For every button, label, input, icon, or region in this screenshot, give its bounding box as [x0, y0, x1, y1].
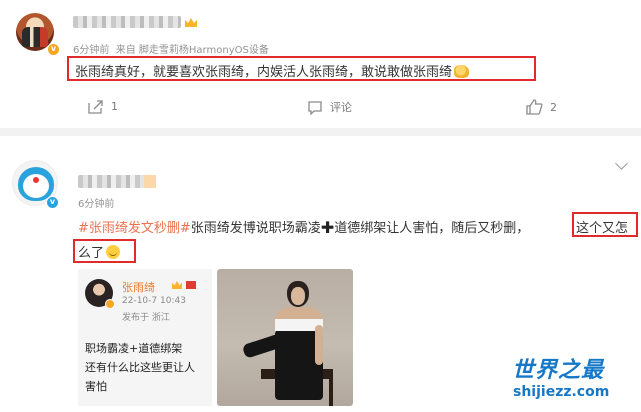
share-icon [88, 100, 103, 114]
watermark-title: 世界之最 [512, 358, 605, 383]
like-count: 2 [550, 100, 557, 114]
card-text-line: 害怕 [85, 380, 107, 393]
post2-text-part2: 道德绑架让人害怕，随后又秒删， [334, 221, 530, 236]
verified-badge-icon: v [47, 43, 60, 56]
card-crown-icon [172, 281, 182, 289]
card-verified-icon [105, 299, 115, 309]
post1-username-blurred[interactable] [73, 16, 181, 28]
card-location: 发布于 浙江 [122, 313, 170, 323]
like-button[interactable]: 2 [526, 99, 557, 115]
verified-badge-icon: v [46, 196, 59, 209]
topic-link[interactable]: #张雨绮发文秒删# [78, 221, 191, 236]
card-text-line: 还有什么比这些更让人 [85, 361, 195, 374]
member-badge-icon [144, 175, 156, 188]
post-divider [0, 128, 641, 136]
card-text-line: 职场霸凌+道德绑架 [85, 342, 183, 355]
post2-text-line1: #张雨绮发文秒删#张雨绮发博说职场霸凌✚道德绑架让人害怕，随后又秒删， [78, 217, 529, 237]
share-button[interactable]: 1 [88, 99, 118, 114]
plus-icon: ✚ [320, 218, 335, 237]
card-text: 职场霸凌+道德绑架 还有什么比这些更让人 害怕 [85, 339, 195, 396]
watermark-domain: shijiezz.com [513, 384, 610, 400]
share-count: 1 [111, 100, 118, 113]
photo-chair-leg [329, 373, 333, 406]
photo-face [291, 287, 305, 305]
post2-highlight-box-2 [73, 239, 136, 263]
crown-icon [185, 18, 197, 27]
post2-time: 6分钟前 [78, 199, 115, 210]
post1-source: 来自 脚走雪莉杨HarmonyOS设备 [115, 45, 269, 56]
avatar-figure [22, 27, 48, 47]
card-username: 张雨绮 [122, 281, 155, 294]
post-photo[interactable] [217, 269, 353, 406]
comment-icon [308, 100, 322, 115]
post2-highlight-box-1 [572, 212, 638, 237]
doraemon-nose [33, 177, 39, 183]
embedded-screenshot-card[interactable]: 张雨绮 22-10-7 10:43 发布于 浙江 职场霸凌+道德绑架 还有什么比… [78, 269, 212, 406]
photo-arm [315, 325, 323, 365]
card-flag-icon [186, 281, 196, 289]
post1-text: 张雨绮真好，就要喜欢张雨绮，内娱活人张雨绮，敢说敢做张雨绮 [75, 61, 470, 80]
post2-username-blurred[interactable] [78, 175, 154, 188]
fist-emoji-icon [454, 65, 470, 78]
thumbs-up-icon [526, 99, 543, 115]
chevron-down-icon[interactable] [615, 157, 628, 170]
post1-time: 6分钟前 [73, 45, 110, 56]
comment-button[interactable]: 评论 [307, 99, 352, 115]
card-date: 22-10-7 10:43 [122, 296, 186, 306]
comment-label: 评论 [330, 101, 352, 114]
post1-text-content: 张雨绮真好，就要喜欢张雨绮，内娱活人张雨绮，敢说敢做张雨绮 [75, 65, 453, 80]
post2-text-part1: 张雨绮发博说职场霸凌 [190, 221, 321, 236]
post1-meta: 6分钟前 来自 脚走雪莉杨HarmonyOS设备 [73, 41, 269, 56]
